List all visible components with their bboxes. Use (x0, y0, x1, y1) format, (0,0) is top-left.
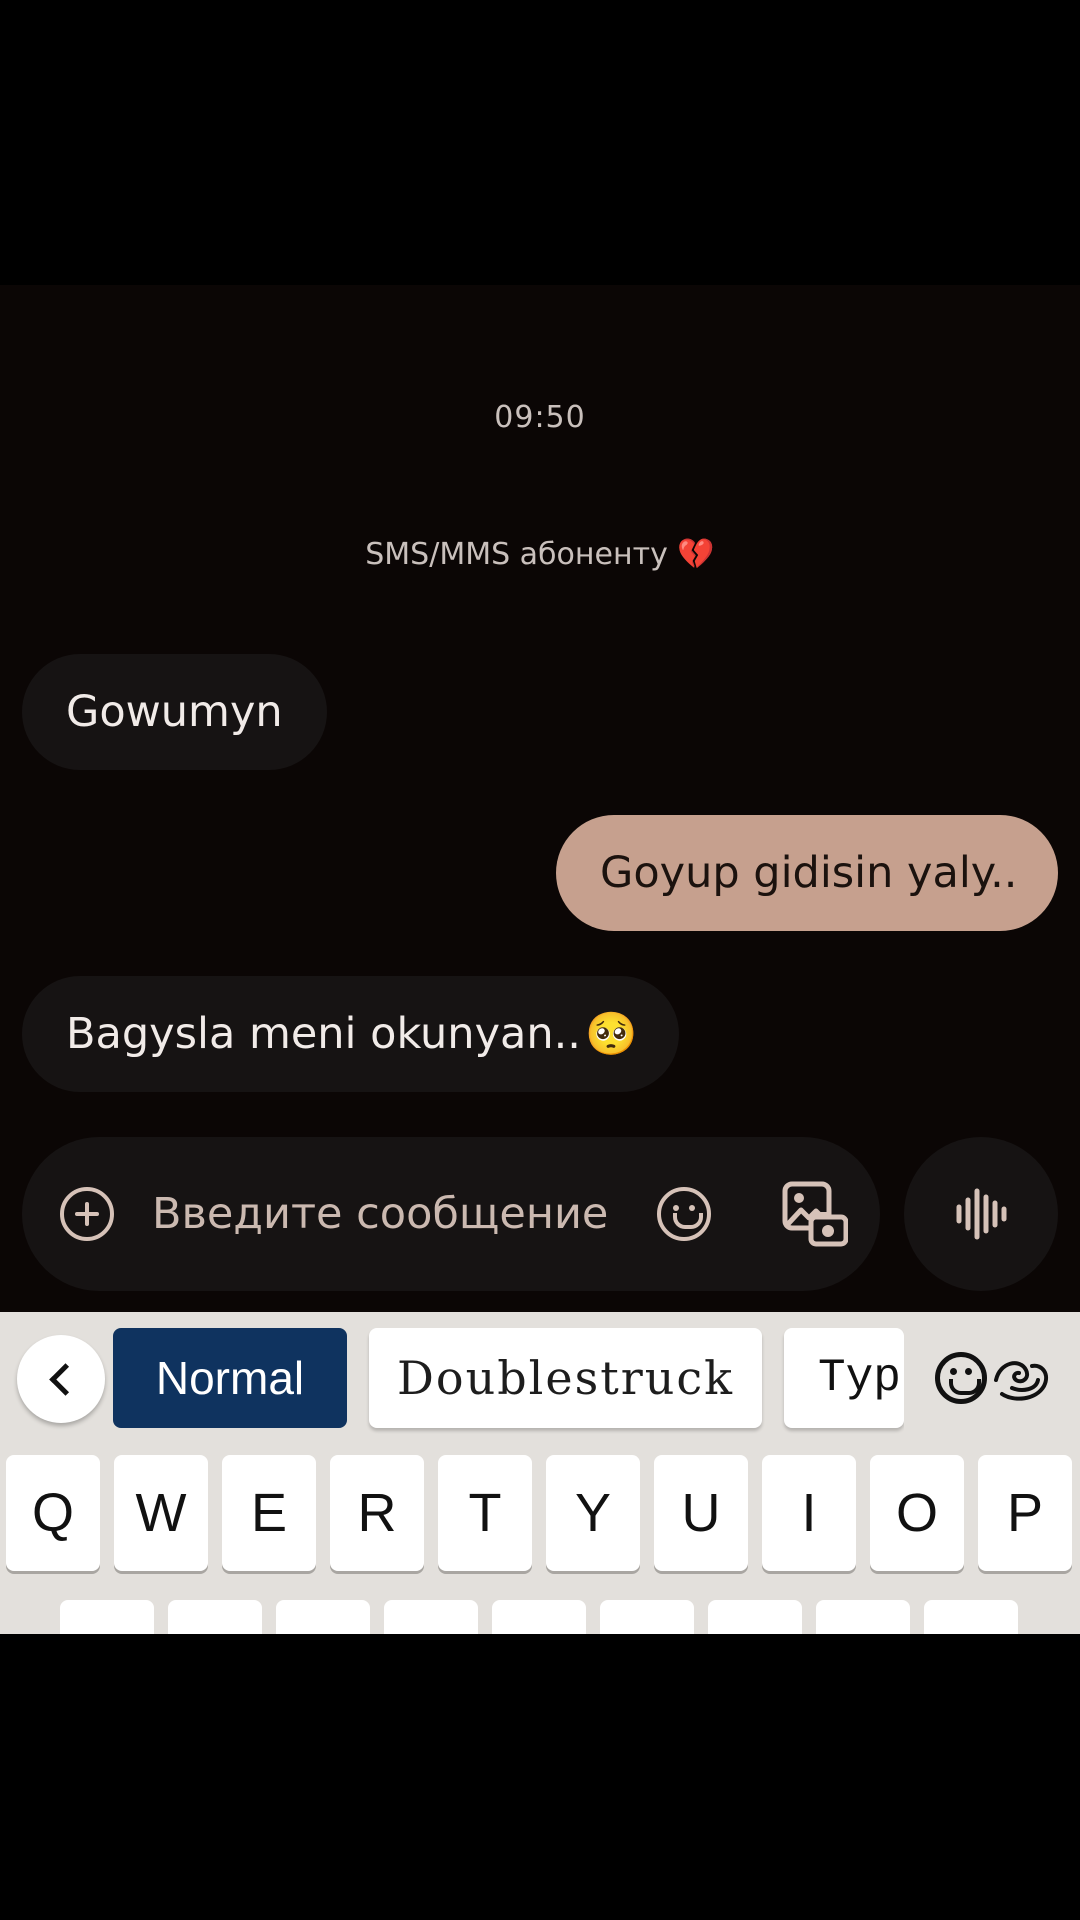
font-chip-doublestruck[interactable]: Doublestruck (369, 1328, 762, 1428)
screen: 09:50 SMS/MMS абоненту 💔 Gowumyn Goyup g… (0, 0, 1080, 1920)
font-chip-normal[interactable]: Normal (113, 1328, 347, 1428)
font-chip-typewriter[interactable]: Typ (784, 1328, 904, 1428)
gallery-icon[interactable] (782, 1181, 848, 1247)
voice-message-button[interactable] (904, 1137, 1058, 1291)
incoming-message-bubble[interactable]: Bagysla meni okunyan.. 🥺 (22, 976, 679, 1092)
pleading-face-emoji: 🥺 (584, 1009, 638, 1058)
message-text: Gowumyn (66, 687, 283, 737)
bottom-letterbox (0, 1634, 1080, 1920)
key-r[interactable]: R (330, 1455, 424, 1571)
key-q[interactable]: Q (6, 1455, 100, 1571)
key-e[interactable]: E (222, 1455, 316, 1571)
key-p[interactable]: P (978, 1455, 1072, 1571)
sms-status-note: SMS/MMS абоненту 💔 (0, 537, 1080, 572)
emoji-icon[interactable] (657, 1187, 711, 1241)
message-input[interactable] (152, 1183, 652, 1245)
conversation-view[interactable]: 09:50 SMS/MMS абоненту 💔 Gowumyn Goyup g… (0, 285, 1080, 1312)
message-timestamp: 09:50 (494, 400, 586, 435)
compose-bar (22, 1137, 880, 1291)
keyboard-emoji-icon[interactable] (935, 1352, 987, 1404)
key-w[interactable]: W (114, 1455, 208, 1571)
keyboard: Normal Doublestruck Typ Q W E R T Y U I … (0, 1312, 1080, 1660)
key-i[interactable]: I (762, 1455, 856, 1571)
sms-status-text: SMS/MMS абоненту (365, 537, 668, 572)
top-letterbox (0, 0, 1080, 285)
back-chevron-icon[interactable] (17, 1335, 105, 1423)
outgoing-message-bubble[interactable]: Goyup gidisin yaly.. (556, 815, 1058, 931)
key-t[interactable]: T (438, 1455, 532, 1571)
swirl-icon[interactable] (992, 1350, 1052, 1406)
key-o[interactable]: O (870, 1455, 964, 1571)
broken-heart-emoji: 💔 (677, 537, 715, 572)
message-text: Bagysla meni okunyan.. (66, 1009, 581, 1059)
key-u[interactable]: U (654, 1455, 748, 1571)
key-y[interactable]: Y (546, 1455, 640, 1571)
message-text: Goyup gidisin yaly.. (600, 848, 1018, 898)
add-attachment-icon[interactable] (60, 1187, 114, 1241)
voice-waveform-icon (956, 1188, 1007, 1240)
incoming-message-bubble[interactable]: Gowumyn (22, 654, 327, 770)
